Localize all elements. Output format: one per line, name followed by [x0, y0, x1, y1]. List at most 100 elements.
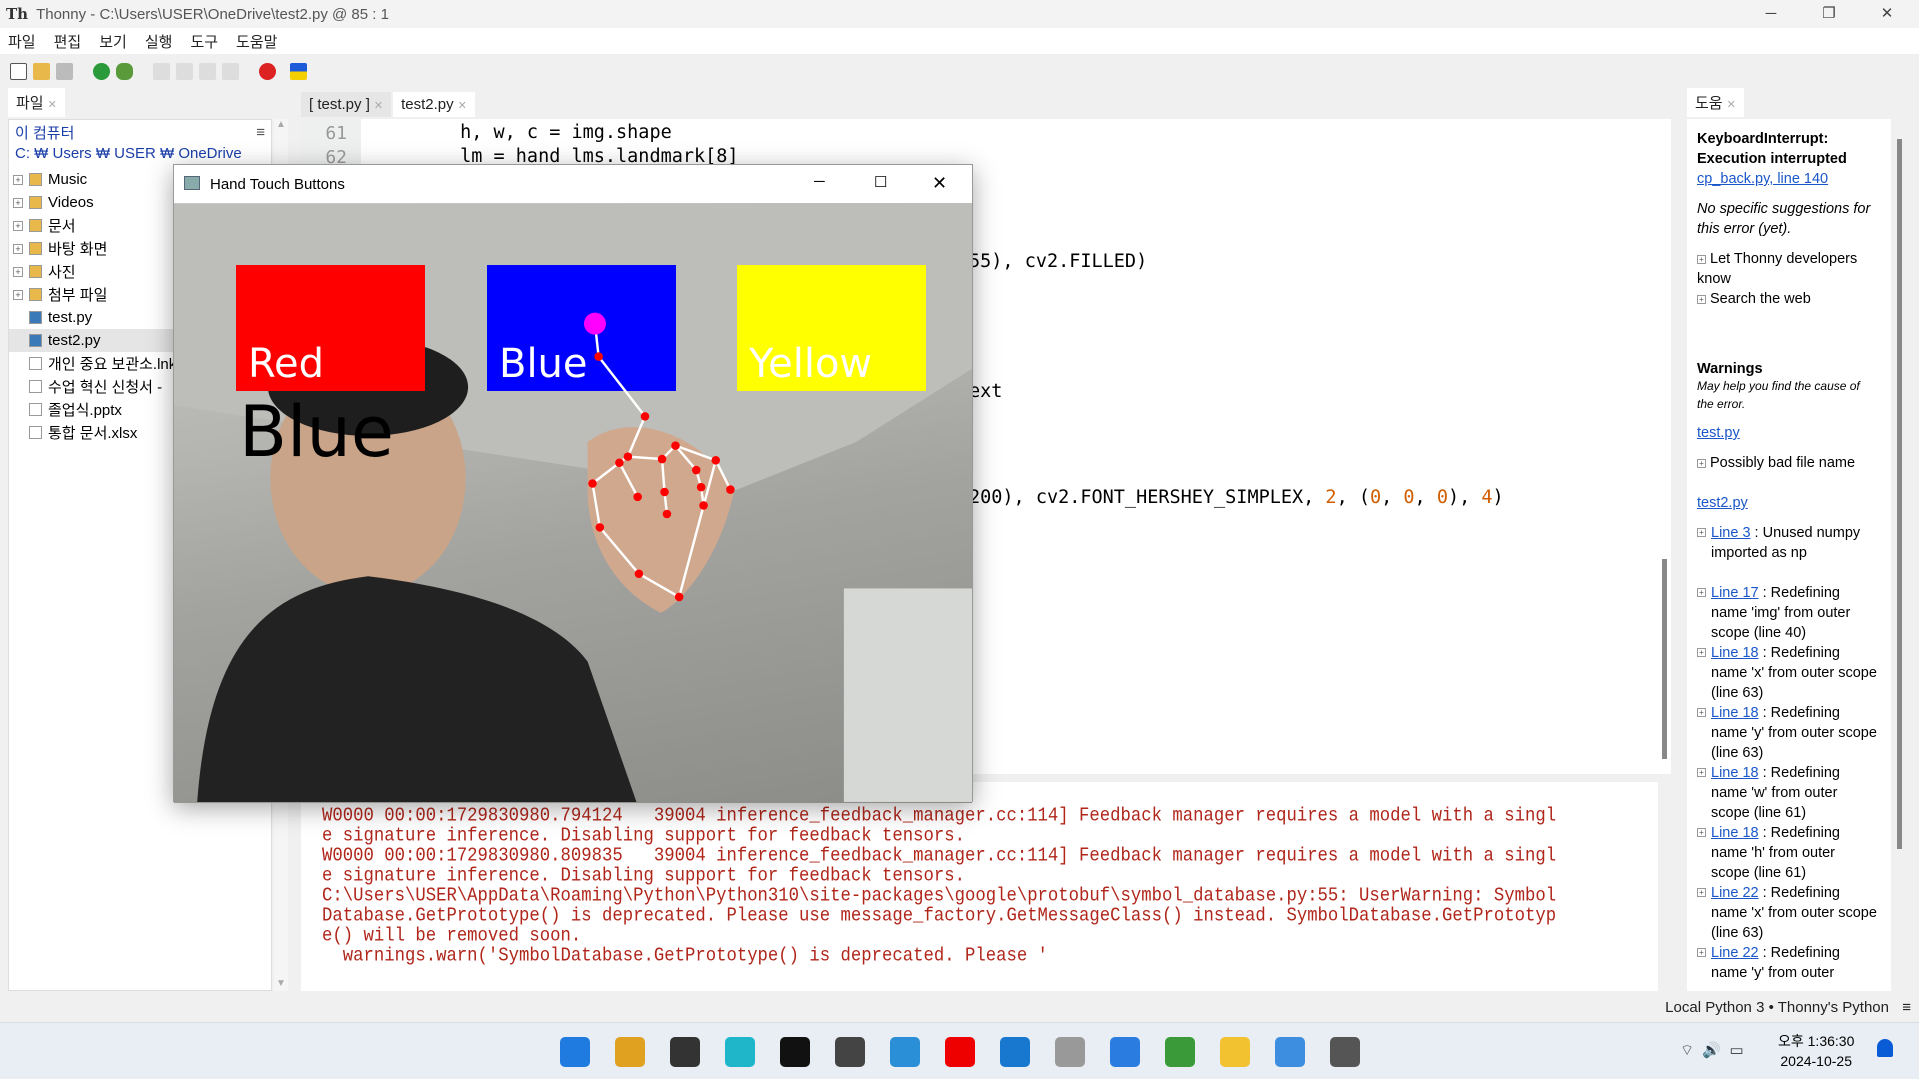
file-icon	[29, 403, 42, 416]
line-link[interactable]: Line 3	[1711, 525, 1751, 541]
chatgpt-taskbar-icon[interactable]	[835, 1037, 865, 1067]
notification-bell-icon[interactable]	[1877, 1039, 1893, 1057]
start-taskbar-icon[interactable]	[560, 1037, 590, 1067]
menu-file[interactable]: 파일	[8, 31, 36, 52]
window-title: Thonny - C:\Users\USER\OneDrive\test2.py…	[36, 5, 389, 23]
expand-icon[interactable]: +	[1697, 588, 1706, 597]
close-button[interactable]: ✕	[1858, 0, 1916, 28]
expand-icon[interactable]: +	[1697, 708, 1706, 717]
expand-icon[interactable]: +	[1697, 888, 1706, 897]
landmark-point	[633, 492, 642, 502]
step-into-icon[interactable]	[176, 62, 193, 80]
step-out-icon[interactable]	[199, 62, 216, 80]
expand-icon[interactable]: +	[13, 289, 23, 300]
landmark-connection	[627, 455, 663, 461]
expand-icon[interactable]: +	[1697, 768, 1706, 777]
line-link[interactable]: Line 17	[1711, 585, 1759, 601]
chrome-taskbar-icon[interactable]	[615, 1037, 645, 1067]
folder-icon	[29, 196, 42, 209]
landmark-connection	[591, 461, 621, 485]
file-name: 바탕 화면	[48, 241, 108, 258]
expand-icon[interactable]: +	[1697, 828, 1706, 837]
line-link[interactable]: Line 22	[1711, 945, 1759, 961]
canva-taskbar-icon[interactable]	[725, 1037, 755, 1067]
youtube-taskbar-icon[interactable]	[945, 1037, 975, 1067]
vscode-taskbar-icon[interactable]	[1000, 1037, 1030, 1067]
resume-icon[interactable]	[222, 62, 239, 80]
file-link[interactable]: test2.py	[1697, 493, 1877, 513]
restore-button[interactable]: ❐	[1800, 0, 1858, 28]
expand-icon[interactable]: +	[13, 243, 23, 254]
tray-icons[interactable]: ⌔ 🔊 ▭	[1680, 1041, 1744, 1060]
help-action[interactable]: + Let Thonny developers know	[1697, 249, 1877, 289]
line-link[interactable]: Line 18	[1711, 645, 1759, 661]
expand-icon[interactable]: +	[1697, 948, 1706, 957]
help-action[interactable]: + Search the web	[1697, 289, 1877, 309]
expand-icon[interactable]: +	[13, 266, 23, 277]
close-tab-icon[interactable]: ✕	[374, 100, 383, 112]
status-bar: Local Python 3 • Thonny's Python ≡	[0, 997, 1919, 1019]
code-fragment: ext	[969, 381, 1003, 402]
thonny-taskbar-icon[interactable]	[1055, 1037, 1085, 1067]
line-link[interactable]: Line 18	[1711, 705, 1759, 721]
menu-icon[interactable]: ≡	[1902, 999, 1911, 1016]
interpreter-selector[interactable]: Local Python 3 • Thonny's Python	[1665, 999, 1889, 1016]
code-line: h, w, c = img.shape	[371, 122, 672, 143]
stop-icon[interactable]	[259, 62, 276, 80]
landmark-connection	[714, 459, 732, 491]
popup-maximize-button[interactable]: ☐	[874, 173, 887, 191]
popup-title: Hand Touch Buttons	[210, 175, 345, 193]
line-link[interactable]: Line 22	[1711, 885, 1759, 901]
step-over-icon[interactable]	[153, 62, 170, 80]
ukraine-flag-icon[interactable]	[290, 62, 307, 80]
expand-icon[interactable]: +	[1697, 648, 1706, 657]
open-file-icon[interactable]	[33, 62, 50, 80]
line-link[interactable]: Line 18	[1711, 825, 1759, 841]
photos-taskbar-icon[interactable]	[1275, 1037, 1305, 1067]
popup-minimize-button[interactable]: ─	[814, 173, 825, 190]
popup-close-button[interactable]: ✕	[932, 173, 947, 194]
clock[interactable]: 오후 1:36:30 2024-10-25	[1778, 1031, 1854, 1071]
minimize-button[interactable]: ─	[1742, 0, 1800, 28]
new-file-icon[interactable]	[10, 62, 27, 80]
close-tab-icon[interactable]: ✕	[1727, 99, 1736, 111]
save-icon[interactable]	[56, 62, 73, 80]
thonny-active-taskbar-icon[interactable]	[1330, 1037, 1360, 1067]
current-path[interactable]: C: ₩ Users ₩ USER ₩ OneDrive	[15, 144, 265, 164]
root-label[interactable]: 이 컴퓨터	[15, 124, 265, 144]
file-name: 첨부 파일	[48, 287, 108, 304]
notepad-taskbar-icon[interactable]	[890, 1037, 920, 1067]
notion-taskbar-icon[interactable]	[780, 1037, 810, 1067]
menu-tools[interactable]: 도구	[190, 31, 218, 52]
shell-line: Database.GetPrototype() is deprecated. P…	[322, 906, 1557, 927]
menu-view[interactable]: 보기	[99, 31, 127, 52]
app-taskbar-icon[interactable]	[670, 1037, 700, 1067]
close-tab-icon[interactable]: ✕	[48, 99, 57, 111]
expand-icon[interactable]: +	[13, 220, 23, 231]
debug-icon[interactable]	[116, 62, 133, 80]
close-tab-icon[interactable]: ✕	[458, 100, 467, 112]
help-scrollbar[interactable]	[1897, 139, 1902, 849]
taskbar: ⌔ 🔊 ▭ 오후 1:36:30 2024-10-25	[0, 1022, 1919, 1079]
menu-icon[interactable]: ≡	[256, 124, 265, 141]
chrome-profile-taskbar-icon[interactable]	[1165, 1037, 1195, 1067]
menu-run[interactable]: 실행	[145, 31, 173, 52]
error-location-link[interactable]: cp_back.py, line 140	[1697, 169, 1877, 189]
file-explorer-taskbar-icon[interactable]	[1220, 1037, 1250, 1067]
tab-files[interactable]: 파일 ✕	[8, 88, 65, 117]
menu-help[interactable]: 도움말	[236, 31, 277, 52]
editor-scrollbar[interactable]	[1662, 559, 1667, 759]
file-link[interactable]: test.py	[1697, 423, 1877, 443]
warnings-title: Warnings	[1697, 361, 1763, 377]
expand-icon[interactable]: +	[13, 197, 23, 208]
calendar-taskbar-icon[interactable]	[1110, 1037, 1140, 1067]
expand-icon[interactable]: +	[13, 174, 23, 185]
tab-test2-py[interactable]: test2.py ✕	[393, 92, 475, 117]
expand-icon[interactable]: +	[1697, 528, 1706, 537]
line-link[interactable]: Line 18	[1711, 765, 1759, 781]
tab-help[interactable]: 도움 ✕	[1687, 88, 1744, 117]
tab-test-py[interactable]: [ test.py ] ✕	[301, 92, 392, 117]
run-icon[interactable]	[93, 62, 110, 80]
shell-output[interactable]: W0000 00:00:1729830980.794124 39004 infe…	[301, 782, 1658, 991]
menu-edit[interactable]: 편집	[54, 31, 82, 52]
